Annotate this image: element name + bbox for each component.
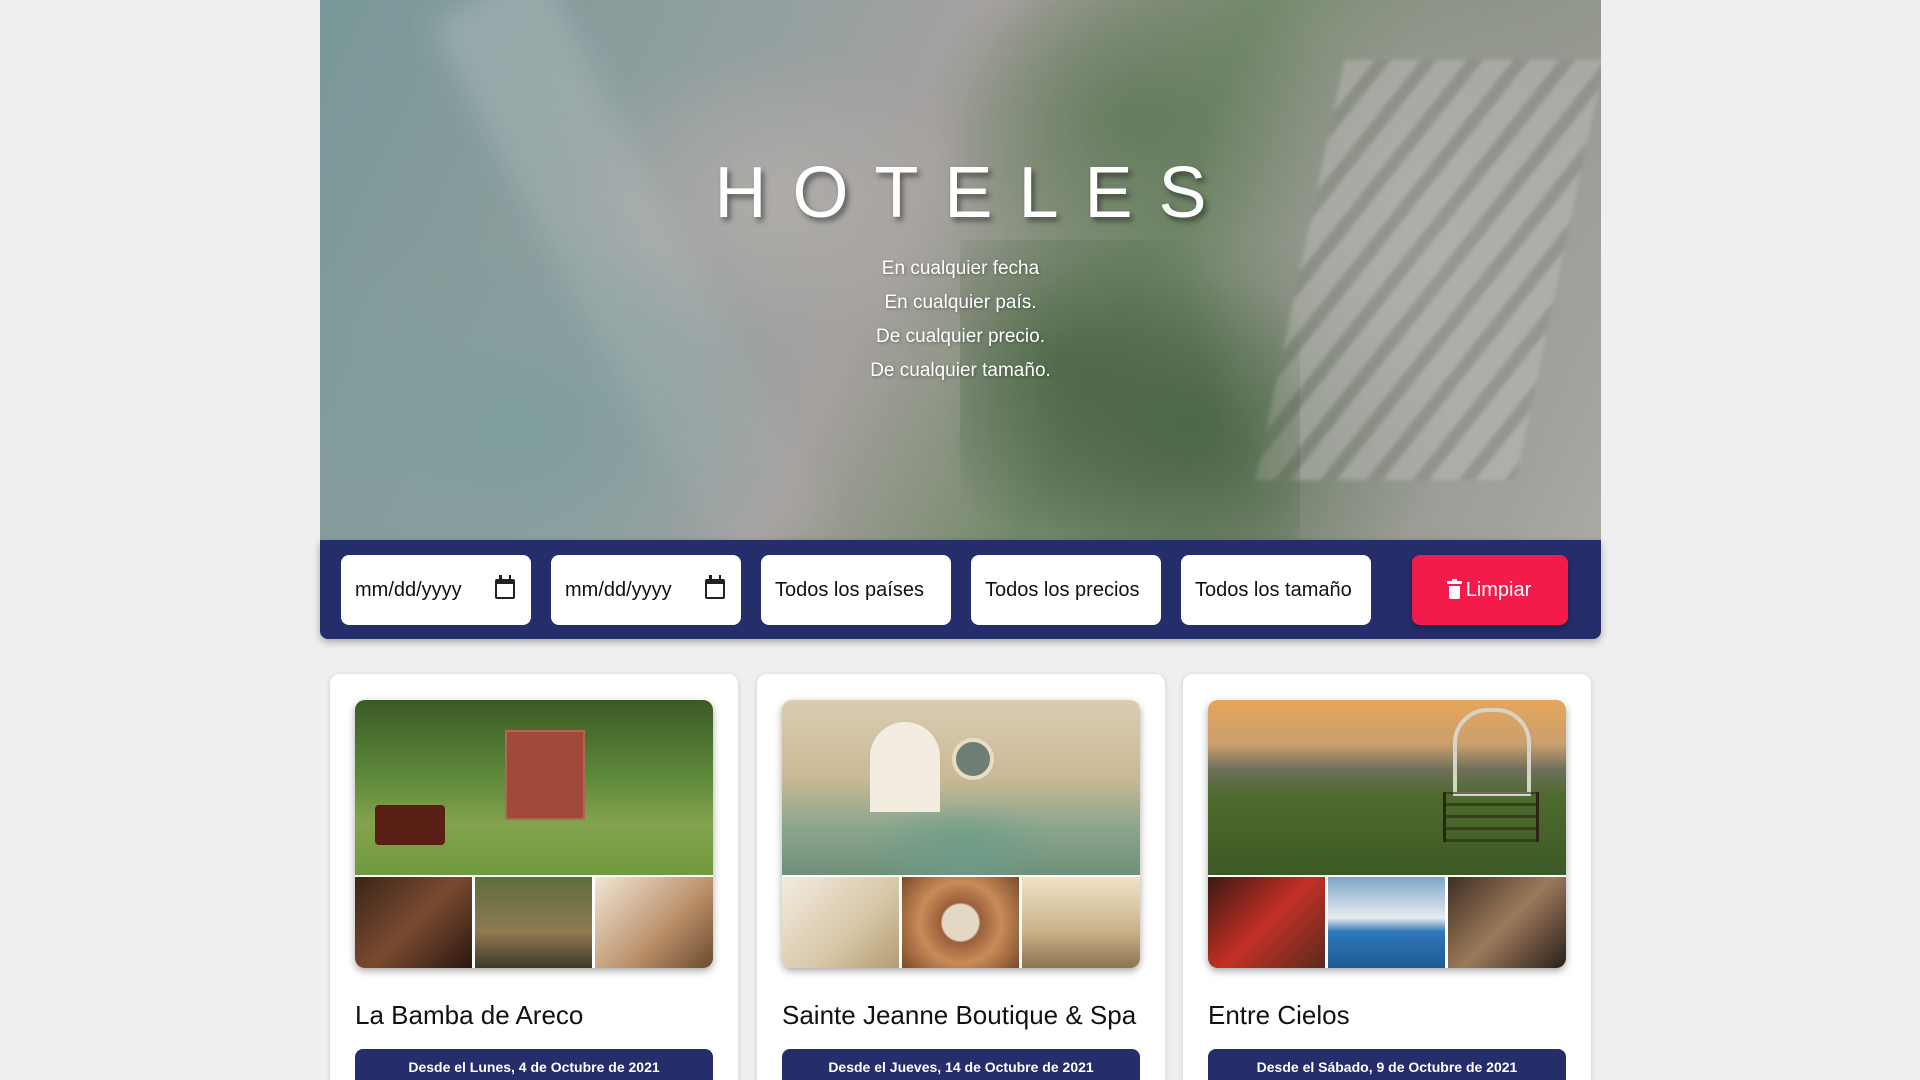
hotel-availability-badge: Desde el Jueves, 14 de Octubre de 2021	[782, 1049, 1140, 1080]
trash-icon	[1446, 578, 1462, 599]
date-to-input[interactable]: mm/dd/yyyy	[551, 555, 741, 625]
tagline-date: En cualquier fecha	[881, 258, 1040, 279]
country-select[interactable]: Todos los países	[761, 555, 951, 625]
country-select-value: Todos los países	[775, 578, 924, 601]
hotel-thumbnail-photo	[1448, 877, 1566, 968]
size-select[interactable]: Todos los tamaño	[1181, 555, 1371, 625]
hotel-availability-badge: Desde el Sábado, 9 de Octubre de 2021	[1208, 1049, 1566, 1080]
hotel-main-photo	[1208, 700, 1566, 875]
tagline-size: De cualquier tamaño.	[870, 360, 1051, 381]
filter-bar: mm/dd/yyyy mm/dd/yyyy Todos los países T…	[320, 540, 1601, 639]
hero-title: HOTELES	[714, 153, 1233, 233]
hotel-photo-gallery	[355, 700, 713, 968]
date-to-placeholder: mm/dd/yyyy	[565, 578, 672, 601]
hotel-photo-gallery	[782, 700, 1140, 968]
hotel-thumbnail-photo	[1208, 877, 1325, 968]
clear-filters-label: Limpiar	[1465, 578, 1532, 601]
hero-banner: HOTELES En cualquier fecha En cualquier …	[320, 0, 1601, 540]
hotel-thumbnail-photo	[475, 877, 592, 968]
hotel-thumbnail-photo	[355, 877, 472, 968]
hotel-thumbnail-photo	[1328, 877, 1445, 968]
calendar-icon[interactable]	[705, 575, 725, 599]
date-from-input[interactable]: mm/dd/yyyy	[341, 555, 531, 625]
hotel-availability-badge: Desde el Lunes, 4 de Octubre de 2021	[355, 1049, 713, 1080]
hotel-thumbnail-photo	[1022, 877, 1140, 968]
price-select-value: Todos los precios	[985, 578, 1140, 601]
page-container: HOTELES En cualquier fecha En cualquier …	[320, 0, 1601, 1080]
tagline-country: En cualquier país.	[884, 292, 1037, 313]
hotel-main-photo	[355, 700, 713, 875]
date-from-placeholder: mm/dd/yyyy	[355, 578, 462, 601]
tagline-price: De cualquier precio.	[876, 326, 1045, 347]
hotel-thumbnail-photo	[902, 877, 1019, 968]
hotel-card[interactable]: Entre Cielos Desde el Sábado, 9 de Octub…	[1183, 674, 1591, 1080]
hotel-card[interactable]: Sainte Jeanne Boutique & Spa Desde el Ju…	[757, 674, 1165, 1080]
hotel-card[interactable]: La Bamba de Areco Desde el Lunes, 4 de O…	[330, 674, 738, 1080]
clear-filters-button[interactable]: Limpiar	[1412, 555, 1568, 625]
hotel-thumbnail-photo	[782, 877, 899, 968]
hotel-name: Entre Cielos	[1208, 1000, 1350, 1030]
hotel-name: La Bamba de Areco	[355, 1000, 584, 1030]
hotel-thumbnail-photo	[595, 877, 713, 968]
hotel-name: Sainte Jeanne Boutique & Spa	[782, 1000, 1137, 1030]
hotel-main-photo	[782, 700, 1140, 875]
hotel-photo-gallery	[1208, 700, 1566, 968]
hero-taglines: En cualquier fecha En cualquier país. De…	[320, 252, 1601, 388]
calendar-icon[interactable]	[495, 575, 515, 599]
size-select-value: Todos los tamaño	[1195, 578, 1352, 601]
price-select[interactable]: Todos los precios	[971, 555, 1161, 625]
